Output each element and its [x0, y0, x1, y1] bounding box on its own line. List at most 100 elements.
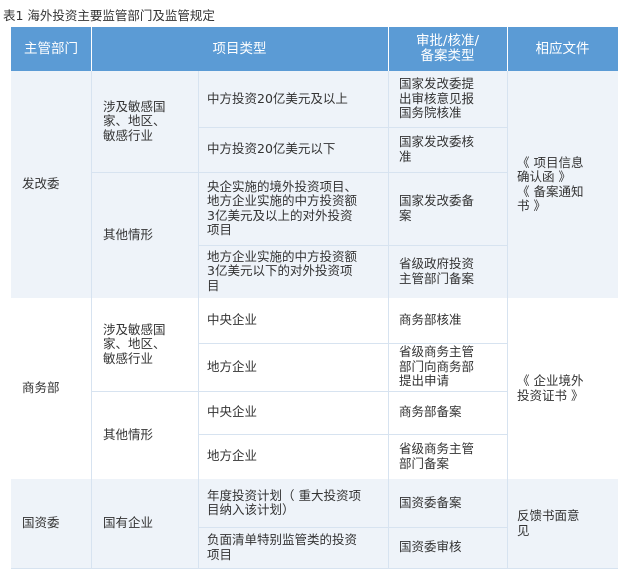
- documents-text-line: 《 备案通知: [517, 183, 584, 199]
- approval-cell: 国资委备案: [399, 479, 505, 527]
- approval-text-line: 部门向商务部: [399, 358, 475, 374]
- approval-cell: 商务部备案: [399, 391, 505, 434]
- approval-text: 国家发改委提 出审核意见报 国务院核准: [399, 77, 474, 121]
- category-text-line: 敏感行业: [103, 350, 154, 366]
- documents-text-line: 书 》: [517, 198, 546, 213]
- approval-text-line: 国务院核准: [399, 105, 462, 121]
- category-text-line: 家、地区、: [103, 336, 166, 352]
- project-type-cell: 负面清单特别监管类的投资 项目: [207, 527, 385, 568]
- subgroup-divider: [91, 172, 507, 173]
- project-type-text-line: 地方企业: [207, 358, 258, 374]
- documents-cell: 《 企业境外 投资证书 》: [517, 298, 615, 479]
- header-approval-text-line: 审批/核准/: [415, 33, 480, 49]
- project-type-text: 负面清单特别监管类的投资 项目: [207, 532, 358, 562]
- documents-text-line: 投资证书 》: [517, 387, 584, 403]
- approval-cell: 国家发改委提 出审核意见报 国务院核准: [399, 71, 505, 127]
- header-project-type: 项目类型: [91, 27, 388, 71]
- row-divider: [198, 527, 507, 528]
- approval-text-line: 省级政府投资: [399, 256, 475, 271]
- category-text: 国有企业: [103, 516, 153, 531]
- approval-text-line: 部门备案: [399, 455, 450, 471]
- project-type-cell: 中央企业: [207, 391, 385, 434]
- category-text-line: 涉及敏感国: [103, 98, 166, 114]
- approval-text-line: 商务部核准: [399, 312, 462, 328]
- category-text-line: 敏感行业: [103, 127, 154, 143]
- project-type-cell: 央企实施的境外投资项目、 地方企业实施的中方投资额 3亿美元及以上的对外投资 项目: [207, 172, 385, 245]
- approval-text-line: 商务部备案: [399, 404, 462, 420]
- project-type-text-line: 中央企业: [207, 404, 258, 420]
- project-type-cell: 地方企业: [207, 434, 385, 479]
- documents-text-line: 《 项目信息: [517, 154, 584, 170]
- documents-text: 《 项目信息 确认函 》《 备案通知书 》: [517, 154, 584, 214]
- approval-text-line: 准: [399, 148, 412, 164]
- project-type-text-line: 目纳入该计划）: [207, 502, 295, 517]
- dept-name: 发改委: [22, 176, 60, 192]
- project-type-text-line: 中方投资20亿美元以下: [207, 141, 336, 157]
- approval-text-line: 国资委备案: [399, 494, 462, 510]
- row-divider: [198, 434, 507, 435]
- project-type-text: 中央企业: [207, 405, 257, 420]
- header-approval-text-line: 备案类型: [420, 48, 475, 64]
- dept-name: 商务部: [22, 380, 60, 396]
- category-text: 其他情形: [103, 226, 154, 243]
- project-type-text-line: 3亿美元以下的对外投资项: [207, 263, 353, 279]
- project-type-text-line: 负面清单特别监管类的投资: [207, 532, 358, 547]
- project-type-text: 中方投资20亿美元及以上: [207, 91, 348, 107]
- column-divider: [388, 71, 389, 298]
- approval-text-line: 国资委审核: [399, 539, 462, 555]
- column-divider: [388, 479, 389, 568]
- project-type-text: 中方投资20亿美元以下: [207, 142, 335, 157]
- category-text-line: 其他情形: [103, 226, 154, 242]
- category-text: 涉及敏感国 家、地区、 敏感行业: [103, 98, 166, 144]
- header-separator: [388, 27, 389, 71]
- project-type-text-line: 地方企业: [207, 448, 258, 464]
- project-type-text-line: 3亿美元及以上的对外投资: [207, 207, 353, 223]
- project-type-text: 地方企业: [207, 449, 257, 464]
- approval-text-line: 国家发改委提: [399, 76, 475, 92]
- documents-text-line: 反馈书面意: [517, 508, 580, 523]
- project-type-text: 地方企业: [207, 358, 258, 375]
- approval-text-line: 出审核意见报: [399, 90, 475, 106]
- column-divider: [507, 479, 508, 568]
- documents-text: 反馈书面意见: [517, 508, 580, 538]
- dept-name: 国资委: [22, 515, 60, 531]
- approval-cell: 商务部核准: [399, 298, 505, 343]
- approval-cell: 国家发改委备案: [399, 172, 505, 245]
- column-divider: [507, 71, 508, 298]
- project-type-text-line: 项目: [207, 222, 233, 237]
- table-caption: 表1 海外投资主要监管部门及监管规定: [3, 8, 215, 23]
- column-divider: [198, 479, 199, 568]
- header-approval-text: 审批/核准/备案类型: [416, 34, 479, 64]
- header-separator: [91, 27, 92, 71]
- category-cell: 涉及敏感国 家、地区、 敏感行业: [103, 71, 195, 172]
- approval-cell: 省级商务主管 部门向商务部 提出申请: [399, 343, 505, 391]
- header-approval-type: 审批/核准/备案类型: [388, 27, 507, 71]
- category-text-line: 国有企业: [103, 515, 154, 531]
- approval-text-line: 国家发改委备: [399, 193, 475, 208]
- project-type-cell: 地方企业实施的中方投资额 3亿美元以下的对外投资项目: [207, 245, 385, 298]
- project-type-cell: 中央企业: [207, 298, 385, 343]
- column-divider: [91, 479, 92, 568]
- header-dept: 主管部门: [11, 27, 91, 71]
- approval-text: 省级商务主管 部门向商务部 提出申请: [399, 345, 474, 389]
- project-type-text-line: 地方企业实施的中方投资额: [207, 248, 358, 264]
- category-cell: 涉及敏感国 家、地区、 敏感行业: [103, 298, 195, 391]
- approval-text: 国资委审核: [399, 540, 462, 555]
- documents-text: 《 企业境外 投资证书 》: [517, 373, 584, 403]
- project-type-cell: 中方投资20亿美元及以上: [207, 71, 385, 127]
- row-divider: [198, 343, 507, 344]
- approval-text: 省级商务主管 部门备案: [399, 441, 474, 471]
- approval-text: 国家发改委核准: [399, 134, 474, 164]
- category-text-line: 其他情形: [103, 426, 154, 442]
- project-type-cell: 年度投资计划（ 重大投资项 目纳入该计划）: [207, 479, 385, 527]
- approval-cell: 省级商务主管 部门备案: [399, 434, 505, 479]
- approval-cell: 国家发改委核准: [399, 127, 505, 172]
- documents-text-line: 《 企业境外: [517, 373, 584, 388]
- approval-text: 商务部核准: [399, 313, 462, 328]
- project-type-cell: 地方企业: [207, 343, 385, 391]
- category-text: 其他情形: [103, 426, 154, 443]
- row-divider: [198, 127, 507, 128]
- approval-text: 省级政府投资 主管部门备案: [399, 256, 475, 286]
- column-divider: [198, 71, 199, 298]
- header-separator: [507, 27, 508, 71]
